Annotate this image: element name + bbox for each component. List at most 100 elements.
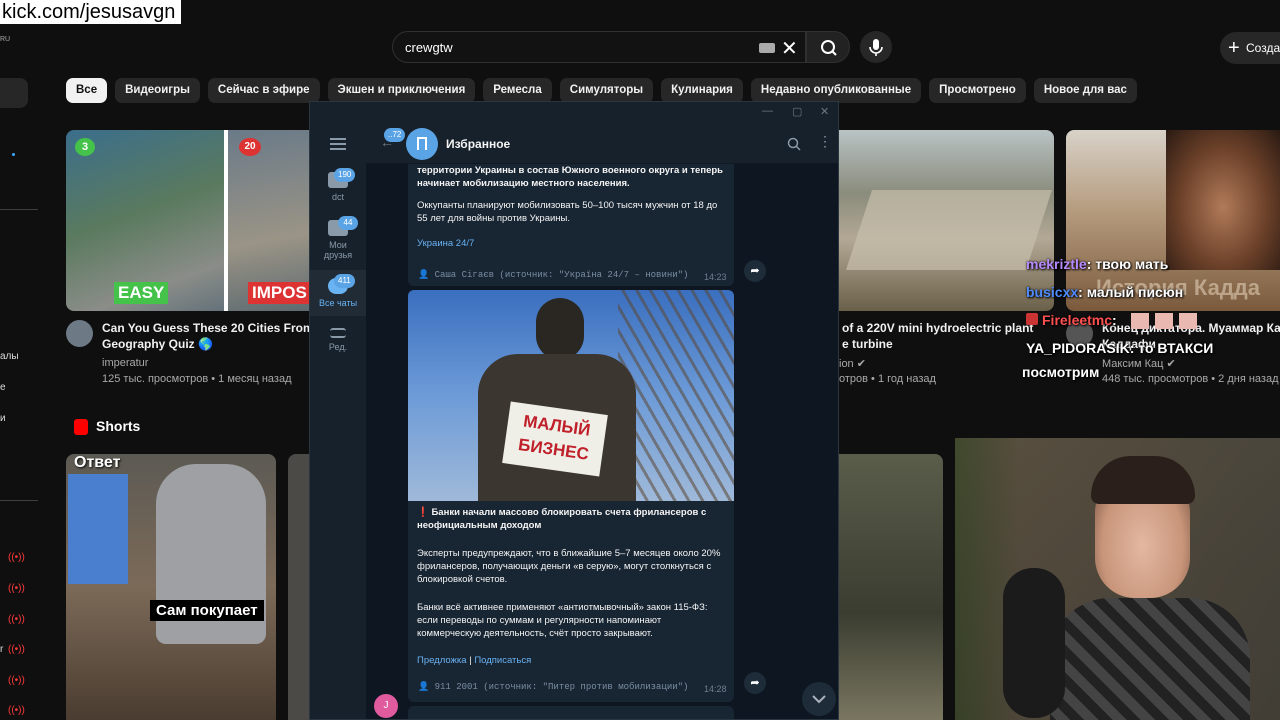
- message-time: 14:28: [704, 684, 727, 694]
- video-title[interactable]: Can You Guess These 20 Cities From A: [102, 320, 312, 336]
- chevron-down-icon: [812, 695, 826, 704]
- shorts-label: Shorts: [96, 418, 141, 434]
- bookmark-icon: [417, 137, 427, 150]
- webcam-feed: [955, 438, 1280, 720]
- forward-button[interactable]: ➦: [744, 672, 766, 694]
- video-title-line2[interactable]: Geography Quiz 🌎: [102, 336, 213, 352]
- channel-name[interactable]: imperatur: [102, 357, 148, 369]
- folder-label: dct: [331, 192, 344, 202]
- message-list[interactable]: территории Украины в состав Южного военн…: [366, 164, 838, 719]
- chip-new[interactable]: Новое для вас: [1033, 78, 1137, 103]
- thumb-portrait: [1166, 130, 1280, 270]
- chat-text: : малый писюн: [1078, 284, 1184, 300]
- chat-message: посмотрим: [1022, 364, 1099, 380]
- message-link: Украина 24/7: [408, 237, 734, 250]
- sidebar-dot: [12, 153, 15, 156]
- emote-icon: [1130, 313, 1149, 330]
- message-bubble[interactable]: территории Украины в состав Южного военн…: [408, 164, 734, 286]
- badge-right: 20: [239, 138, 261, 156]
- chat-title[interactable]: Избранное: [446, 137, 510, 151]
- sidebar-item[interactable]: алы: [0, 351, 19, 362]
- video-title[interactable]: of a 220V mini hydroelectric plant: [842, 320, 1033, 336]
- video-title-line2[interactable]: e turbine: [842, 336, 893, 352]
- close-icon[interactable]: ✕: [820, 105, 829, 118]
- chip-watched[interactable]: Просмотрено: [929, 78, 1026, 103]
- dam-wall: [846, 190, 1052, 270]
- message-text: Банки всё активнее применяют «антиотмыво…: [417, 602, 708, 639]
- badge-left: 3: [75, 138, 95, 156]
- link-separator: |: [469, 655, 472, 666]
- chat-user: YA_PIDORASIK: [1026, 340, 1130, 356]
- message-time: 14:23: [704, 272, 727, 282]
- sidebar-item[interactable]: r: [0, 644, 3, 655]
- chip-all[interactable]: Все: [66, 78, 108, 103]
- suggest-link[interactable]: Предложка: [417, 655, 467, 666]
- create-button[interactable]: + Созда: [1220, 32, 1280, 64]
- filter-chips: Все Видеоигры Сейчас в эфире Экшен и при…: [66, 78, 1137, 103]
- region-label: RU: [0, 36, 11, 43]
- search-icon[interactable]: [786, 136, 802, 152]
- channel-name[interactable]: ion ✔: [839, 357, 866, 370]
- telegram-titlebar: — ▢ ✕: [310, 102, 838, 124]
- thumb-impos-label: IMPOS: [248, 282, 311, 304]
- keyboard-icon[interactable]: [759, 43, 775, 53]
- chat-user: busicxx: [1026, 284, 1079, 300]
- thumb-easy-label: EASY: [114, 282, 169, 304]
- short-thumbnail[interactable]: Ответ Сам покупает: [66, 454, 276, 720]
- voice-search-button[interactable]: [860, 31, 892, 63]
- subscribe-link[interactable]: Подписаться: [474, 655, 531, 666]
- chat-message: mekriztle: твою мать: [1026, 256, 1168, 272]
- shorts-heading: Shorts: [74, 418, 140, 434]
- chip-live[interactable]: Сейчас в эфире: [207, 78, 320, 103]
- scroll-down-button[interactable]: [802, 682, 836, 716]
- chat-message: Fireleetmc:: [1026, 312, 1197, 330]
- message-text: Оккупанты планируют мобилизовать 50–100 …: [417, 200, 718, 224]
- create-label: Созда: [1246, 41, 1280, 55]
- sliders-icon: [330, 328, 346, 338]
- more-icon[interactable]: ⋮: [818, 134, 832, 148]
- folder-label: Ред.: [328, 342, 348, 352]
- message-headline: ❗ Банки начали массово блокировать счета…: [417, 507, 707, 531]
- live-icon: ((•)): [8, 705, 25, 716]
- message-photo[interactable]: МАЛЫЙ БИЗНЕС: [408, 290, 734, 501]
- sidebar-item[interactable]: и: [0, 413, 6, 424]
- video-thumbnail[interactable]: [839, 130, 1054, 311]
- channel-name[interactable]: Максим Кац ✔: [1102, 357, 1176, 370]
- chip-simulators[interactable]: Симуляторы: [559, 78, 654, 103]
- microphone: [1003, 568, 1065, 718]
- short-thumbnail[interactable]: [839, 454, 943, 720]
- close-icon[interactable]: ✕: [781, 36, 798, 61]
- search-input[interactable]: crewgtw ✕: [392, 31, 806, 63]
- maximize-icon[interactable]: ▢: [792, 105, 802, 118]
- video-thumbnail[interactable]: 3 20 EASY IMPOS: [66, 130, 316, 311]
- folder-rail: dct 190 Мои друзья 44 Все чаты 411 Ред.: [310, 124, 366, 719]
- emote-icon: [1178, 313, 1197, 330]
- chip-cooking[interactable]: Кулинария: [661, 78, 743, 103]
- minimize-icon[interactable]: —: [762, 105, 773, 117]
- chat-message: busicxx: малый писюн: [1026, 284, 1183, 300]
- sidebar-home-item[interactable]: [0, 78, 28, 108]
- next-message-preview: [408, 706, 734, 719]
- message-bubble[interactable]: МАЛЫЙ БИЗНЕС ❗ Банки начали массово блок…: [408, 290, 734, 702]
- saved-messages-avatar[interactable]: [406, 128, 438, 160]
- forward-button[interactable]: ➦: [744, 260, 766, 282]
- chip-videogames[interactable]: Видеоигры: [115, 78, 200, 103]
- chat-text: : твою мать: [1086, 256, 1169, 272]
- search-button[interactable]: [806, 31, 850, 63]
- photo-head: [536, 298, 584, 360]
- folder-edit[interactable]: Ред.: [310, 328, 366, 352]
- menu-icon[interactable]: [330, 138, 346, 150]
- chip-recent[interactable]: Недавно опубликованные: [750, 78, 922, 103]
- chat-user: Fireleetmc: [1042, 312, 1113, 328]
- source-link[interactable]: Украина 24/7: [417, 238, 474, 249]
- chip-crafts[interactable]: Ремесла: [483, 78, 552, 103]
- sidebar-item[interactable]: е: [0, 382, 6, 393]
- user-avatar[interactable]: J: [374, 694, 398, 718]
- unread-badge: 190: [334, 168, 356, 182]
- chat-text: :: [1112, 312, 1117, 328]
- sidebar-divider: [0, 500, 38, 501]
- channel-avatar[interactable]: [66, 320, 93, 347]
- plus-icon: +: [1228, 37, 1240, 59]
- chip-action[interactable]: Экшен и приключения: [327, 78, 476, 103]
- back-unread-badge: ..72: [384, 128, 406, 142]
